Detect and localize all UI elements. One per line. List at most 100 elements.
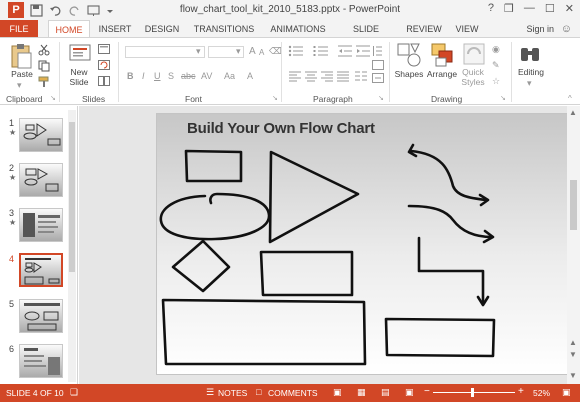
canvas-vertical-scrollbar[interactable]: ▲ ▲ ▼ ▼ [567,106,580,384]
line-spacing-icon[interactable] [372,45,382,57]
paste-dropdown-icon[interactable]: ▾ [17,80,22,91]
quick-styles-label-1[interactable]: Quick [458,67,488,77]
quick-styles-icon[interactable] [462,42,486,66]
normal-view-icon[interactable]: ▣ [333,387,342,398]
canvas-scroll-thumb[interactable] [570,180,577,230]
thumbnails-scrollbar[interactable] [68,110,76,382]
spell-check-icon[interactable]: ❏ [70,387,78,398]
close-icon[interactable]: ✕ [565,2,574,15]
current-slide[interactable]: Build Your Own Flow Chart [156,113,574,375]
layout-icon[interactable] [98,44,110,54]
columns-icon[interactable] [355,71,367,82]
underline-icon[interactable]: U [154,71,161,81]
decrease-font-size-icon[interactable]: A [259,48,264,57]
editing-button-label[interactable]: Editing [513,67,549,77]
zoom-in-icon[interactable]: + [518,386,524,397]
font-family-select[interactable] [125,46,205,58]
strikethrough-icon[interactable]: abc [181,71,196,81]
clear-formatting-icon[interactable]: ⌫ [269,46,282,57]
tab-review[interactable]: REVIEW [402,20,446,38]
copy-icon[interactable] [38,60,50,72]
editing-binoculars-icon[interactable] [519,44,541,64]
paragraph-launcher-icon[interactable]: ↘ [378,94,384,102]
comments-button[interactable]: COMMENTS [268,388,318,398]
paste-icon[interactable] [9,43,33,69]
scroll-up-page-icon[interactable]: ▲ [569,338,577,347]
tab-design[interactable]: DESIGN [140,20,184,38]
tab-file[interactable]: FILE [0,20,38,38]
tab-transitions[interactable]: TRANSITIONS [190,20,258,38]
paste-button-label[interactable]: Paste [8,69,36,79]
notes-button[interactable]: NOTES [218,388,247,398]
font-family-dropdown-icon[interactable]: ▾ [196,46,201,57]
tab-animations[interactable]: ANIMATIONS [264,20,332,38]
editing-dropdown-icon[interactable]: ▾ [527,78,532,89]
bold-icon[interactable]: B [127,71,134,81]
slide-thumbnail-5[interactable] [19,299,63,333]
align-right-icon[interactable] [321,71,333,82]
arrange-button-label[interactable]: Arrange [422,69,462,79]
section-icon[interactable] [98,76,110,86]
tab-view[interactable]: VIEW [450,20,484,38]
ribbon-display-options-icon[interactable]: ❒ [504,2,514,15]
scroll-down-icon[interactable]: ▼ [569,371,577,380]
slide-thumbnail-3[interactable] [19,208,63,242]
collapse-ribbon-icon[interactable]: ^ [568,94,572,103]
help-icon[interactable]: ? [488,2,494,15]
character-spacing-icon[interactable]: AV [201,71,212,81]
font-launcher-icon[interactable]: ↘ [272,94,278,102]
decrease-indent-icon[interactable] [338,45,352,57]
shape-effects-icon[interactable]: ☆ [492,76,500,87]
align-center-icon[interactable] [305,71,317,82]
shapes-icon[interactable] [396,42,422,68]
slide-thumbnail-4[interactable] [19,253,63,287]
shape-outline-icon[interactable]: ✎ [492,60,500,71]
new-slide-icon[interactable] [68,43,92,65]
thumbnails-scroll-thumb[interactable] [69,122,75,272]
zoom-slider-knob[interactable] [471,388,474,397]
scroll-down-page-icon[interactable]: ▼ [569,350,577,359]
bullets-icon[interactable] [288,45,304,57]
quick-styles-label-2[interactable]: Styles [457,77,489,87]
minimize-icon[interactable]: — [524,2,535,15]
text-direction-icon[interactable] [372,60,384,70]
shape-fill-icon[interactable]: ◉ [492,44,500,55]
cut-icon[interactable] [38,44,50,56]
new-slide-label-1[interactable]: New [64,67,94,77]
reading-view-icon[interactable]: ▤ [381,387,390,398]
zoom-level[interactable]: 52% [533,388,550,398]
align-text-icon[interactable] [372,73,384,83]
change-case-icon[interactable]: Aa [224,71,235,81]
sign-in-link[interactable]: Sign in [526,24,554,34]
justify-icon[interactable] [337,71,349,82]
drawing-launcher-icon[interactable]: ↘ [500,94,506,102]
clipboard-launcher-icon[interactable]: ↘ [50,94,56,102]
tab-slide-show[interactable]: SLIDE SHOW [338,20,394,52]
increase-indent-icon[interactable] [356,45,370,57]
format-painter-icon[interactable] [38,76,50,88]
increase-font-size-icon[interactable]: A [249,46,256,57]
reset-icon[interactable] [98,60,110,70]
italic-icon[interactable]: I [142,71,145,81]
slide-show-icon[interactable]: ▣ [405,387,414,398]
fit-to-window-icon[interactable]: ▣ [562,387,571,398]
font-size-dropdown-icon[interactable]: ▾ [236,46,241,57]
align-left-icon[interactable] [289,71,301,82]
slide-thumbnail-6[interactable] [19,344,63,378]
slide-thumbnail-1[interactable] [19,118,63,152]
new-slide-label-2[interactable]: Slide [62,77,96,87]
slide-sorter-icon[interactable]: ▦ [357,387,366,398]
shapes-button-label[interactable]: Shapes [392,69,426,79]
tab-insert[interactable]: INSERT [94,20,136,38]
maximize-icon[interactable]: ☐ [545,2,555,15]
scroll-up-icon[interactable]: ▲ [569,108,577,117]
arrange-icon[interactable] [430,42,456,68]
slide-thumbnail-2[interactable] [19,163,63,197]
numbering-icon[interactable] [313,45,329,57]
text-shadow-icon[interactable]: S [168,71,174,81]
notes-icon[interactable]: ☰ [206,387,214,398]
zoom-slider-track[interactable] [433,392,515,393]
zoom-out-icon[interactable]: − [424,386,430,397]
comments-icon[interactable]: □ [256,387,261,397]
feedback-smile-icon[interactable]: ☺ [561,23,572,35]
